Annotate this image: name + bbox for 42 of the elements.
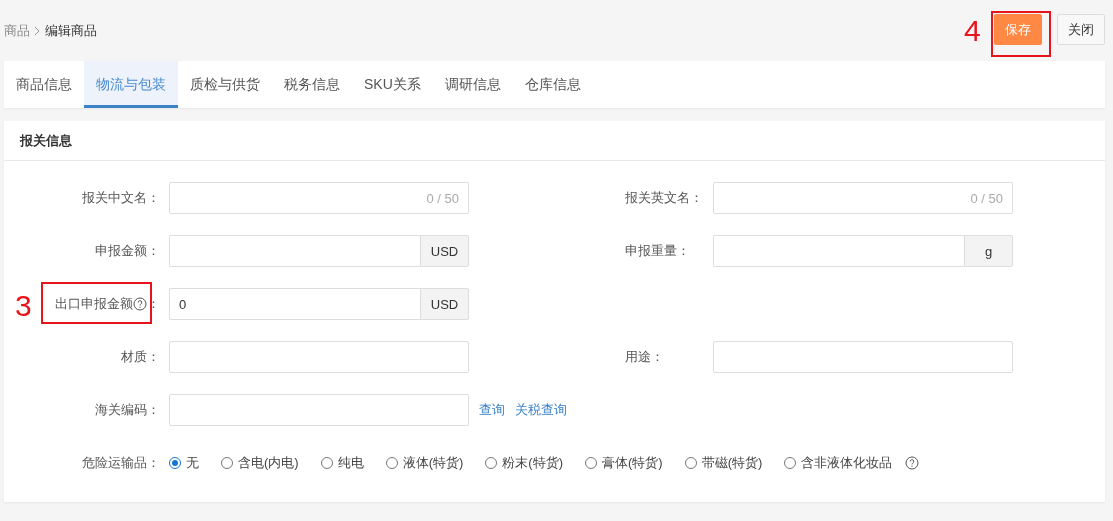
- radio-option[interactable]: 粉末(特货): [485, 454, 563, 472]
- unit-addon: g: [964, 235, 1013, 267]
- field-label: 申报金额：: [95, 242, 160, 260]
- field-label: 出口申报金额: [55, 295, 133, 313]
- step-number: 3: [15, 291, 32, 321]
- radio-option[interactable]: 无: [169, 454, 199, 472]
- close-button[interactable]: 关闭: [1057, 14, 1105, 45]
- field-label: 报关英文名：: [625, 189, 703, 207]
- field-label: 申报重量：: [625, 242, 690, 260]
- tab[interactable]: 商品信息: [4, 61, 84, 108]
- tab[interactable]: 质检与供货: [178, 61, 272, 108]
- label-colon: ：: [147, 295, 160, 313]
- tab[interactable]: SKU关系: [352, 61, 433, 108]
- section-title: 报关信息: [20, 131, 72, 150]
- radio-option[interactable]: 含电(内电): [221, 454, 299, 472]
- field-label: 用途：: [625, 348, 664, 366]
- field-label: 材质：: [121, 348, 160, 366]
- breadcrumb-item: 编辑商品: [45, 21, 97, 40]
- step-number: 4: [964, 16, 981, 46]
- lookup-link[interactable]: 查询: [479, 401, 505, 419]
- input-field[interactable]: 0: [169, 288, 420, 320]
- chevron-right-icon: [34, 25, 41, 36]
- unit-addon: USD: [420, 235, 469, 267]
- unit-addon: USD: [420, 288, 469, 320]
- input-field[interactable]: [169, 394, 469, 426]
- tab[interactable]: 调研信息: [432, 61, 513, 108]
- field-label: 报关中文名：: [82, 189, 160, 207]
- highlight-frame: [991, 11, 1051, 57]
- field-label: 危险运输品：: [82, 454, 160, 472]
- radio-option[interactable]: 液体(特货): [385, 454, 464, 472]
- input-field[interactable]: [713, 235, 964, 267]
- radio-option[interactable]: 膏体(特货): [585, 454, 663, 472]
- radio-option[interactable]: 纯电: [320, 454, 364, 472]
- input-field[interactable]: [169, 341, 469, 373]
- input-field[interactable]: [713, 341, 1013, 373]
- tab[interactable]: 仓库信息: [512, 61, 593, 108]
- lookup-link[interactable]: 关税查询: [515, 401, 567, 419]
- field-label: 海关编码：: [95, 401, 160, 419]
- input-field[interactable]: [169, 235, 420, 267]
- radio-option[interactable]: 含非液体化妆品: [784, 454, 920, 472]
- tab[interactable]: 税务信息: [272, 61, 352, 108]
- radio-option[interactable]: 带磁(特货): [684, 454, 763, 472]
